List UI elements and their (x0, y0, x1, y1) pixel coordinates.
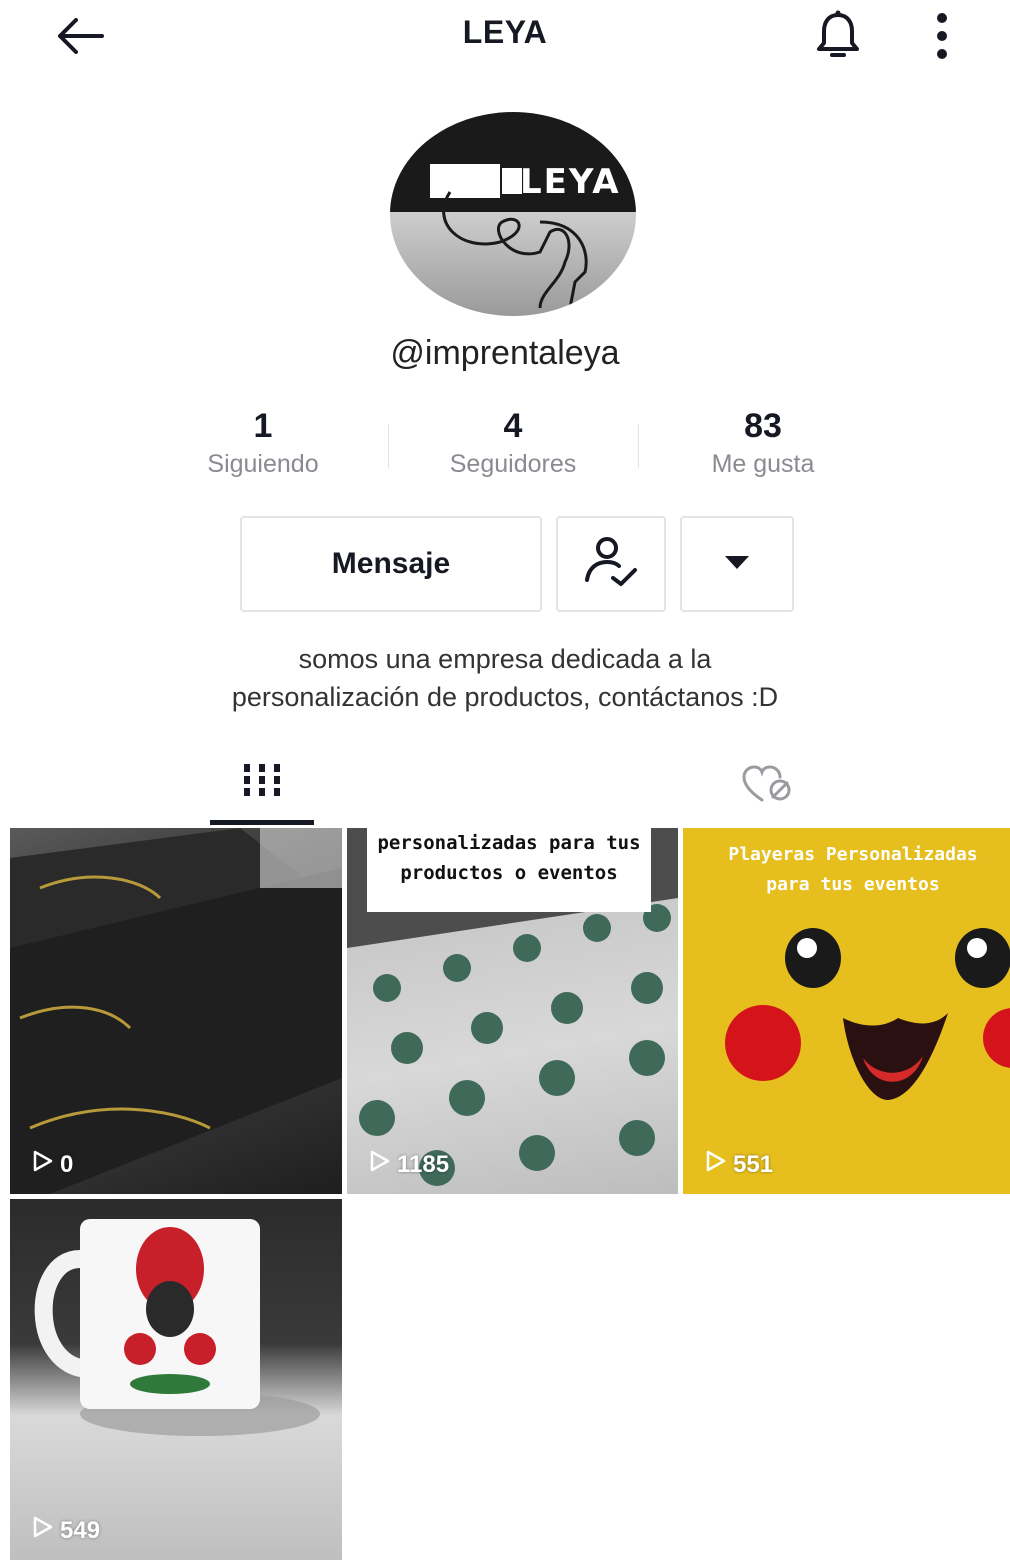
grid-icon (242, 762, 282, 803)
video-tile[interactable]: 549 (10, 1199, 342, 1560)
suggested-accounts-dropdown[interactable] (680, 516, 794, 612)
username: @imprentaleya (390, 334, 620, 372)
view-count-value: 1185 (397, 1150, 450, 1178)
user-check-icon (581, 536, 641, 593)
notification-bell-button[interactable] (806, 6, 870, 70)
play-icon (30, 1149, 54, 1180)
bio-line: personalización de productos, contáctano… (231, 682, 779, 712)
view-count: 549 (30, 1515, 100, 1546)
play-icon (367, 1149, 391, 1180)
liked-hidden-icon (740, 764, 796, 809)
bell-icon (815, 9, 861, 68)
more-vertical-icon (935, 11, 949, 66)
avatar[interactable]: LEYA (390, 112, 636, 316)
play-icon (703, 1149, 727, 1180)
stat-likes-label: Me gusta (711, 450, 815, 478)
view-count-value: 0 (60, 1150, 74, 1178)
tab-videos[interactable] (210, 752, 314, 826)
play-icon (30, 1515, 54, 1546)
stat-following-value: 1 (253, 407, 273, 445)
view-count: 1185 (367, 1149, 449, 1180)
stat-following[interactable]: 1 Siguiendo (148, 404, 378, 479)
message-button[interactable]: Mensaje (240, 516, 542, 612)
more-options-button[interactable] (916, 6, 968, 70)
active-tab-indicator (210, 820, 314, 825)
video-caption: Playeras Personalizadas para tus eventos (728, 844, 978, 895)
bio-line: somos una empresa dedicada a la (298, 644, 712, 674)
view-count-value: 551 (733, 1150, 774, 1178)
stat-likes-value: 83 (744, 407, 782, 445)
view-count-value: 549 (60, 1516, 101, 1544)
video-tile[interactable]: personalizadas para tus productos o even… (347, 828, 678, 1194)
profile-bio: somos una empresa dedicada a la personal… (80, 640, 930, 716)
caret-down-icon (724, 554, 750, 575)
following-status-button[interactable] (556, 516, 666, 612)
stat-divider (638, 424, 639, 468)
arrow-left-icon (54, 16, 106, 61)
stat-divider (388, 424, 389, 468)
stat-following-label: Siguiendo (207, 450, 319, 478)
video-caption: personalizadas para tus productos o even… (377, 832, 641, 884)
back-button[interactable] (48, 12, 112, 64)
tab-liked-videos[interactable] (716, 752, 820, 826)
stat-likes[interactable]: 83 Me gusta (648, 404, 878, 479)
video-tile[interactable]: 0 (10, 828, 342, 1194)
avatar-logo-text: LEYA (520, 162, 621, 202)
stat-followers[interactable]: 4 Seguidores (398, 404, 628, 479)
stat-followers-label: Seguidores (449, 450, 577, 478)
video-tile[interactable]: Playeras Personalizadas para tus eventos… (683, 828, 1010, 1194)
view-count: 0 (30, 1149, 73, 1180)
view-count: 551 (703, 1149, 773, 1180)
stat-followers-value: 4 (503, 407, 523, 445)
